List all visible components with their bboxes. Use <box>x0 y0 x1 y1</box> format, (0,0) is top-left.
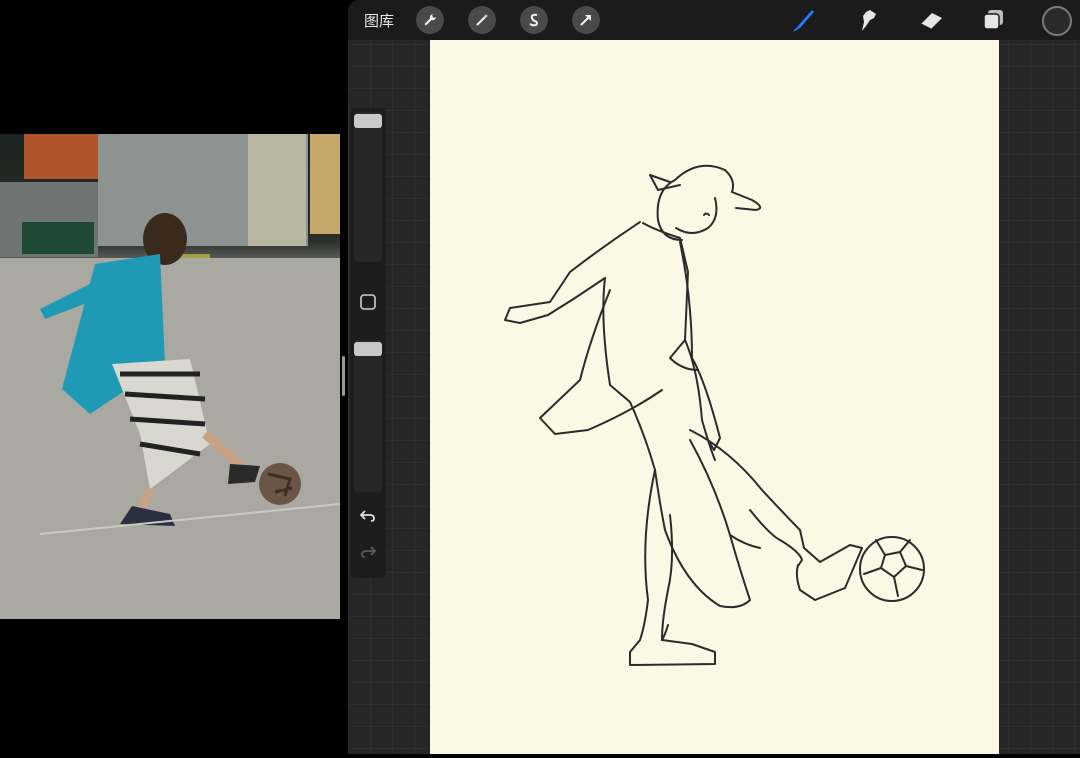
gallery-button[interactable]: 图库 <box>364 10 394 31</box>
transform-arrow-icon[interactable] <box>572 6 600 34</box>
left-sidebar <box>350 108 386 578</box>
procreate-app: 图库 <box>342 0 1080 754</box>
split-view-handle[interactable] <box>342 356 345 396</box>
undo-button[interactable] <box>356 504 380 528</box>
wrench-icon[interactable] <box>416 6 444 34</box>
drawing-canvas[interactable] <box>430 40 999 754</box>
line-sketch <box>504 164 925 666</box>
brush-size-thumb[interactable] <box>354 114 382 128</box>
reference-panel <box>0 0 348 754</box>
top-toolbar: 图库 <box>348 0 1080 40</box>
selection-s-icon[interactable] <box>520 6 548 34</box>
opacity-thumb[interactable] <box>354 342 382 356</box>
redo-button[interactable] <box>356 540 380 564</box>
layers-icon[interactable] <box>980 6 1008 34</box>
reference-photo-scene <box>0 134 340 619</box>
eraser-icon[interactable] <box>918 6 946 34</box>
brush-icon[interactable] <box>790 6 818 34</box>
magic-wand-icon[interactable] <box>468 6 496 34</box>
color-picker-button[interactable] <box>1042 6 1072 36</box>
modify-square-button[interactable] <box>356 290 380 314</box>
reference-photo <box>0 134 340 619</box>
smudge-icon[interactable] <box>854 6 882 34</box>
opacity-slider[interactable] <box>354 340 382 492</box>
brush-size-slider[interactable] <box>354 112 382 262</box>
